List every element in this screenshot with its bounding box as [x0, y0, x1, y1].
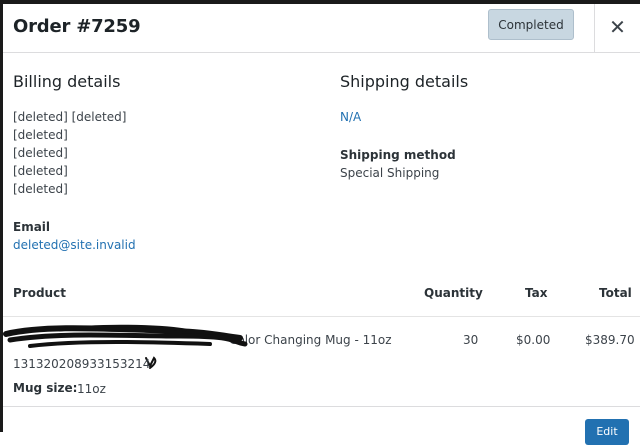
status-badge: Completed [488, 9, 574, 40]
item-tax: $0.00 [516, 333, 551, 347]
footer-divider [3, 406, 640, 407]
order-title: Order #7259 [13, 16, 141, 37]
column-header-total: Total [599, 286, 632, 300]
item-total: $389.70 [585, 333, 635, 347]
email-link[interactable]: deleted@site.invalid [13, 238, 136, 252]
billing-address-line-4: [deleted] [13, 164, 68, 178]
modal-header: Order #7259 Completed ✕ [3, 4, 640, 53]
billing-address-line-1: [deleted] [deleted] [13, 110, 127, 124]
email-link-wrap: deleted@site.invalid [13, 238, 136, 252]
edit-button[interactable]: Edit [585, 419, 629, 445]
column-header-tax: Tax [525, 286, 548, 300]
shipping-title: Shipping details [340, 72, 469, 91]
billing-address-line-3: [deleted] [13, 146, 68, 160]
billing-title: Billing details [13, 72, 121, 91]
item-meta-label: Mug size: [13, 381, 78, 395]
close-icon: ✕ [609, 15, 626, 39]
shipping-address-wrap: N/A [340, 110, 361, 124]
item-meta-value: 11oz [77, 382, 106, 396]
column-header-quantity: Quantity [424, 286, 483, 300]
shipping-method-value: Special Shipping [340, 166, 440, 180]
item-quantity: 30 [463, 333, 479, 347]
table-divider [3, 316, 640, 317]
billing-address-line-5: [deleted] [13, 182, 68, 196]
item-sku: 131320208933153214 [13, 357, 151, 371]
billing-address-line-2: [deleted] [13, 128, 68, 142]
shipping-method-label: Shipping method [340, 148, 456, 162]
close-button[interactable]: ✕ [594, 4, 640, 52]
shipping-address-link[interactable]: N/A [340, 110, 361, 124]
column-header-product: Product [13, 286, 66, 300]
item-product-name: Color Changing Mug - 11oz [229, 333, 392, 347]
email-label: Email [13, 220, 51, 234]
